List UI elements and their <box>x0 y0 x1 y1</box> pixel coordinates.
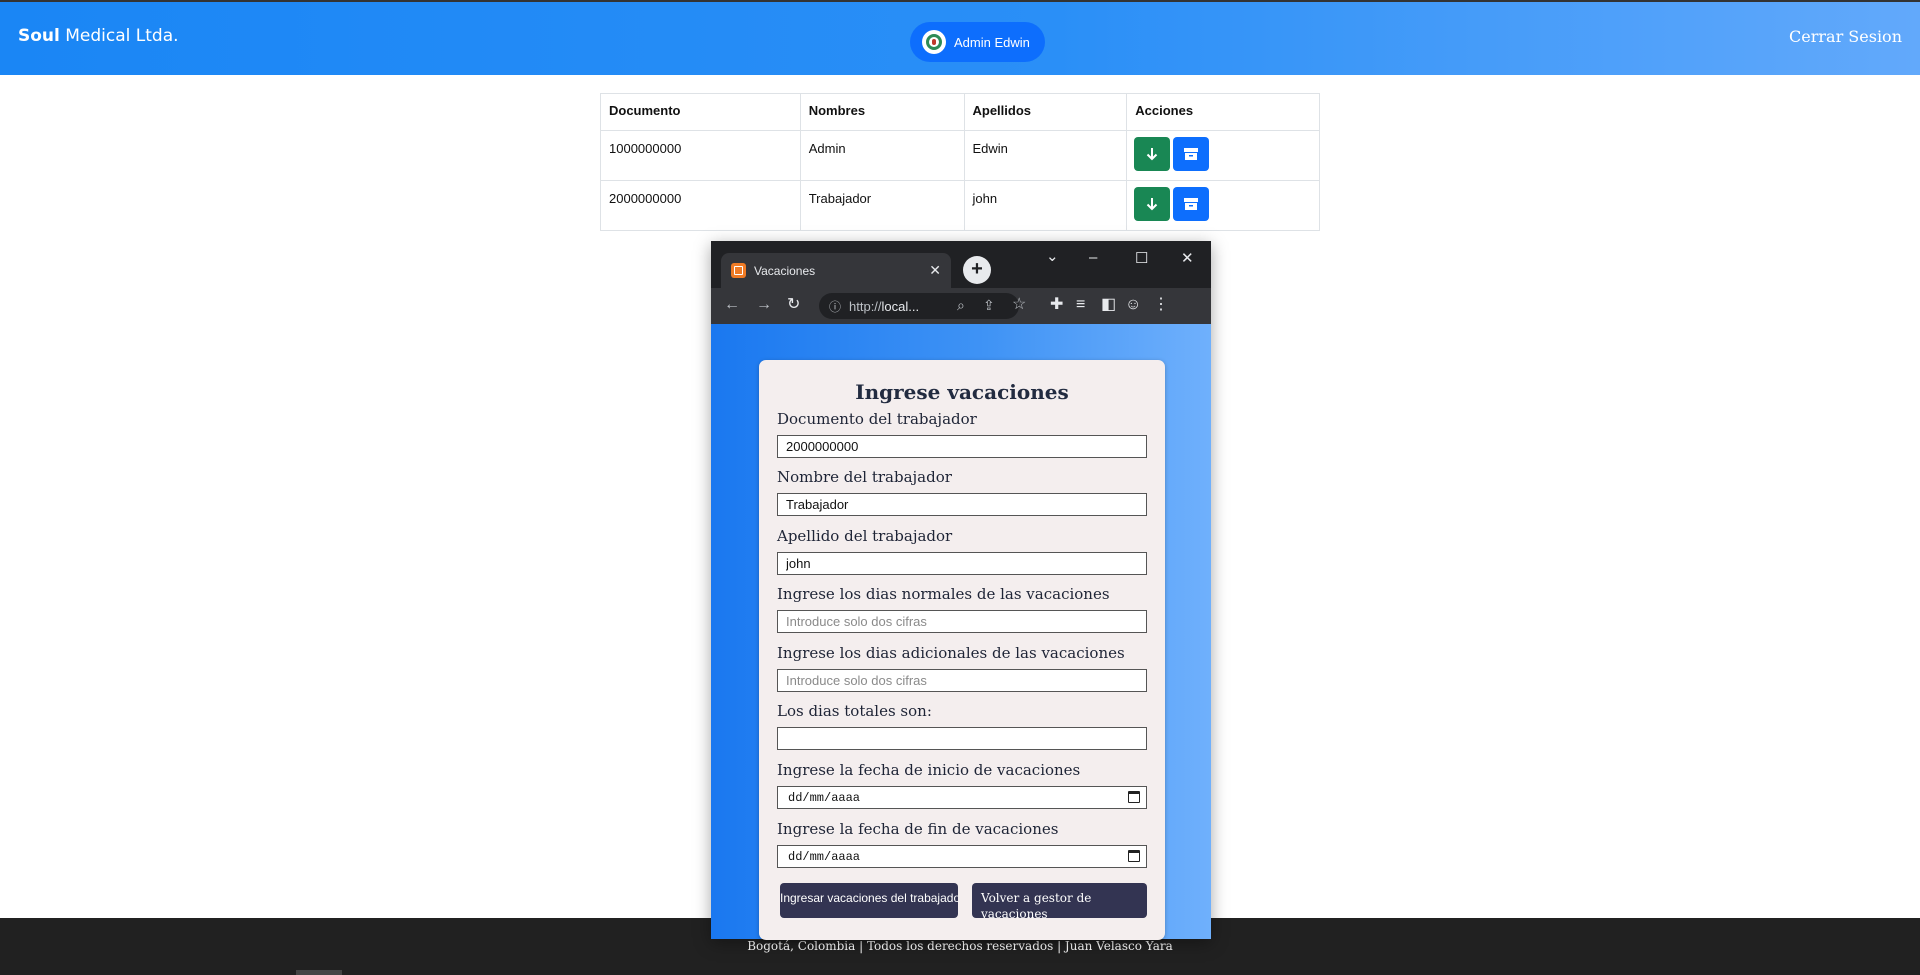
archive-button[interactable] <box>1173 137 1210 171</box>
dias-adicionales-field[interactable] <box>777 669 1147 692</box>
brand-logo[interactable]: Soul Medical Ltda. <box>18 26 179 46</box>
minimize-icon[interactable]: – <box>1089 249 1097 266</box>
fecha-fin-field[interactable]: dd/mm/aaaa <box>777 845 1147 868</box>
browser-toolbar: ← → ↻ ⓘ http://local... ⌕ ⇪ ☆ ✚ ≡ ◧ ☺ ⋮ <box>711 288 1211 324</box>
calendar-icon[interactable] <box>1128 791 1140 803</box>
close-window-icon[interactable]: ✕ <box>1181 249 1194 267</box>
forward-icon[interactable]: → <box>756 296 772 314</box>
user-menu-button[interactable]: Admin Edwin <box>910 22 1045 62</box>
nombre-label: Nombre del trabajador <box>777 468 952 486</box>
fecha-inicio-field[interactable]: dd/mm/aaaa <box>777 786 1147 809</box>
maximize-icon[interactable]: ☐ <box>1135 249 1148 267</box>
tab-vacaciones[interactable]: Vacaciones ✕ <box>721 253 951 288</box>
reload-icon[interactable]: ↻ <box>787 296 800 314</box>
menu-icon[interactable]: ⋮ <box>1153 296 1169 314</box>
tab-title: Vacaciones <box>754 263 816 278</box>
profile-icon[interactable]: ☺ <box>1125 296 1141 314</box>
download-button[interactable] <box>1134 137 1171 171</box>
brand-bold: Soul <box>18 26 60 46</box>
download-icon <box>1147 198 1158 211</box>
horizontal-scrollbar[interactable] <box>296 970 342 975</box>
cell-documento: 2000000000 <box>600 180 801 231</box>
download-icon <box>1147 148 1158 161</box>
cell-nombres: Trabajador <box>799 180 965 231</box>
share-icon[interactable]: ⇪ <box>983 296 995 314</box>
header-apellidos: Apellidos <box>963 93 1128 131</box>
info-icon: ⓘ <box>829 299 842 314</box>
cell-acciones <box>1126 180 1320 231</box>
dias-totales-field[interactable] <box>777 727 1147 750</box>
archive-button[interactable] <box>1173 187 1210 221</box>
cell-nombres: Admin <box>799 130 965 181</box>
sidebar-icon[interactable]: ◧ <box>1101 296 1116 314</box>
header-nombres: Nombres <box>799 93 965 131</box>
fecha-inicio-label: Ingrese la fecha de inicio de vacaciones <box>777 761 1081 779</box>
user-name: Admin Edwin <box>954 34 1030 50</box>
page-viewport: Ingrese vacaciones Documento del trabaja… <box>711 324 1211 940</box>
header-acciones: Acciones <box>1126 93 1320 131</box>
fecha-inicio-value: dd/mm/aaaa <box>788 791 861 805</box>
header-documento: Documento <box>600 93 801 131</box>
fecha-fin-label: Ingrese la fecha de fin de vacaciones <box>777 820 1059 838</box>
logout-link[interactable]: Cerrar Sesion <box>1789 27 1902 46</box>
close-tab-icon[interactable]: ✕ <box>929 262 941 279</box>
url-text: http://local... <box>849 298 920 314</box>
cell-documento: 1000000000 <box>600 130 801 181</box>
fecha-fin-value: dd/mm/aaaa <box>788 850 861 864</box>
table-header-row: Documento Nombres Apellidos Acciones <box>600 93 1320 131</box>
download-button[interactable] <box>1134 187 1171 221</box>
documento-field[interactable] <box>777 435 1147 458</box>
zoom-icon[interactable]: ⌕ <box>957 296 965 314</box>
dias-normales-label: Ingrese los dias normales de las vacacio… <box>777 585 1110 603</box>
star-icon[interactable]: ☆ <box>1012 296 1026 314</box>
avatar-icon <box>922 30 946 54</box>
tab-strip: Vacaciones ✕ + ⌄ – ☐ ✕ <box>711 241 1211 288</box>
table-row: 1000000000 Admin Edwin <box>600 130 1320 181</box>
calendar-icon[interactable] <box>1128 850 1140 862</box>
extensions-icon[interactable]: ✚ <box>1050 296 1063 314</box>
reading-list-icon[interactable]: ≡ <box>1076 296 1085 314</box>
vacation-form: Ingrese vacaciones Documento del trabaja… <box>759 360 1165 940</box>
workers-table: Documento Nombres Apellidos Acciones 100… <box>600 93 1320 231</box>
popup-browser-window: Vacaciones ✕ + ⌄ – ☐ ✕ ← → ↻ ⓘ http://lo… <box>711 241 1211 940</box>
dias-adicionales-label: Ingrese los dias adicionales de las vaca… <box>777 644 1125 662</box>
submit-vacation-button[interactable]: Ingresar vacaciones del trabajador <box>780 883 958 918</box>
back-icon[interactable]: ← <box>724 296 740 314</box>
dias-normales-field[interactable] <box>777 610 1147 633</box>
cell-apellidos: Edwin <box>963 130 1128 181</box>
back-to-manager-button[interactable]: Volver a gestor de vacaciones <box>972 883 1147 918</box>
archive-icon <box>1184 148 1199 160</box>
nombre-field[interactable] <box>777 493 1147 516</box>
tab-search-icon[interactable]: ⌄ <box>1046 247 1059 265</box>
favicon-icon <box>731 263 746 278</box>
table-row: 2000000000 Trabajador john <box>600 180 1320 231</box>
archive-icon <box>1184 198 1199 210</box>
form-title: Ingrese vacaciones <box>855 380 1069 404</box>
cell-apellidos: john <box>963 180 1128 231</box>
apellido-label: Apellido del trabajador <box>777 527 953 545</box>
brand-rest: Medical Ltda. <box>59 26 179 46</box>
documento-label: Documento del trabajador <box>777 410 977 428</box>
dias-totales-label: Los dias totales son: <box>777 702 932 720</box>
navbar: Soul Medical Ltda. Admin Edwin Cerrar Se… <box>0 0 1920 75</box>
cell-acciones <box>1126 130 1320 181</box>
footer-text: Bogotá, Colombia | Todos los derechos re… <box>747 939 1173 953</box>
apellido-field[interactable] <box>777 552 1147 575</box>
new-tab-button[interactable]: + <box>963 256 991 284</box>
